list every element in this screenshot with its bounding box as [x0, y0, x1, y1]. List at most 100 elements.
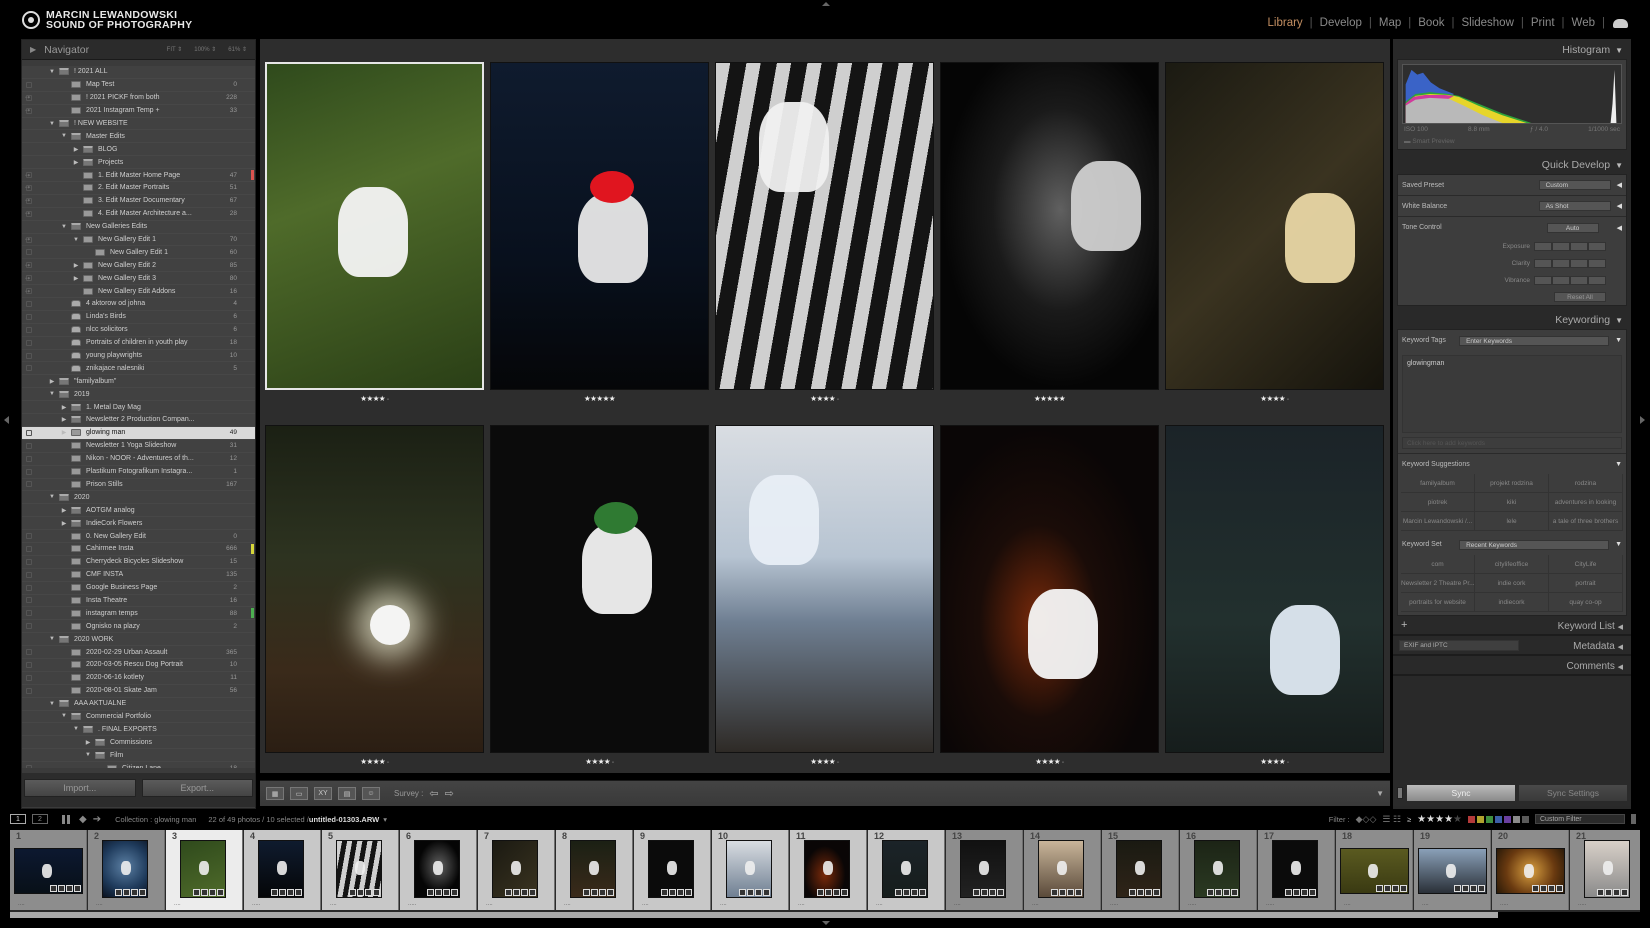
collection-row[interactable]: Map Test 0	[22, 79, 255, 92]
collapsed-triangle-icon[interactable]: ▶	[60, 520, 68, 527]
collection-row[interactable]: ⇢ ▶ New Gallery Edit 2 85	[22, 259, 255, 273]
collection-row[interactable]: instagram temps 88	[22, 607, 255, 621]
photo-thumbnail[interactable]	[715, 425, 934, 753]
thumbnail-image[interactable]	[1584, 840, 1630, 898]
left-panel-toggle[interactable]	[4, 416, 9, 424]
star-rating[interactable]: ★★★★ ·	[715, 757, 934, 766]
collection-checkbox[interactable]	[26, 249, 32, 256]
keyword-suggestion[interactable]: a tale of three brothers	[1549, 512, 1623, 531]
add-keywords-input[interactable]: Click here to add keywords	[1402, 437, 1622, 449]
filmstrip-thumbnail[interactable]: 13 ····	[946, 830, 1023, 910]
navigator-zoom-fit[interactable]: FIT ⇕	[167, 46, 183, 53]
filmstrip-thumbnail[interactable]: 1 ····	[10, 830, 87, 910]
collapsed-triangle-icon[interactable]: ▶	[72, 262, 80, 269]
rating-star[interactable]: ★	[1444, 814, 1453, 825]
collection-checkbox[interactable]	[26, 545, 32, 552]
collection-checkbox[interactable]	[26, 300, 32, 307]
auto-sync-toggle[interactable]	[1397, 787, 1403, 799]
filmstrip-thumbnail[interactable]: 5 ····	[322, 830, 399, 910]
expanded-triangle-icon[interactable]: ▼	[48, 69, 56, 75]
photo-thumbnail[interactable]	[265, 62, 484, 390]
collection-row[interactable]: Google Business Page 2	[22, 582, 255, 595]
keyword-set-item[interactable]: Newsletter 2 Theatre Pr...	[1401, 574, 1475, 593]
collection-row[interactable]: znikajace nalesniki 5	[22, 362, 255, 376]
star-rating[interactable]: ★★★★ ·	[940, 757, 1159, 766]
module-map[interactable]: Map	[1372, 17, 1408, 29]
filmstrip-scrollbar[interactable]	[10, 912, 1498, 918]
module-slideshow[interactable]: Slideshow	[1454, 17, 1520, 29]
rating-operator[interactable]: ≥	[1407, 815, 1411, 824]
auto-tone-button[interactable]: Auto	[1546, 222, 1599, 233]
expanded-triangle-icon[interactable]: ▼	[48, 391, 56, 397]
navigator-header[interactable]: ▶ Navigator FIT ⇕ 100% ⇕ 61% ⇕	[22, 40, 255, 60]
collapsed-triangle-icon[interactable]: ▶	[60, 507, 68, 514]
top-panel-toggle[interactable]	[822, 2, 830, 6]
cloud-sync-icon[interactable]	[1613, 18, 1628, 28]
adjust-button[interactable]	[1552, 242, 1570, 251]
collapsed-triangle-icon[interactable]: ▶	[60, 404, 68, 411]
collection-row[interactable]: CMF INSTA 135	[22, 569, 255, 582]
next-arrow-icon[interactable]: ⇨	[445, 787, 454, 800]
expanded-triangle-icon[interactable]: ▼	[60, 224, 68, 230]
thumbnail-image[interactable]	[648, 840, 694, 898]
disclosure-triangle-icon[interactable]: ◀	[1617, 181, 1622, 189]
collection-checkbox[interactable]	[26, 429, 32, 436]
thumbnail-image[interactable]	[1038, 840, 1084, 898]
rating-star[interactable]: ★	[1417, 814, 1426, 825]
rating-star[interactable]: ★	[1426, 814, 1435, 825]
metadata-header[interactable]: EXIF and IPTC Metadata ◀	[1393, 636, 1631, 656]
thumbnail-image[interactable]	[414, 840, 460, 898]
filmstrip-thumbnail[interactable]: 4 ·····	[244, 830, 321, 910]
source-label[interactable]: Collection : glowing man	[115, 815, 196, 824]
collection-row[interactable]: Plastikum Fotografikum Instagra... 1	[22, 466, 255, 479]
thumbnail-image[interactable]	[1194, 840, 1240, 898]
keyword-set-select[interactable]: Recent Keywords	[1459, 539, 1610, 550]
adjust-button[interactable]	[1534, 276, 1552, 285]
collection-checkbox[interactable]	[26, 481, 32, 488]
collapsed-triangle-icon[interactable]: ▶	[60, 416, 68, 423]
collection-checkbox[interactable]	[26, 558, 32, 565]
collection-checkbox[interactable]	[26, 81, 32, 88]
keyword-set-item[interactable]: CityLife	[1549, 555, 1623, 574]
collection-row[interactable]: ⇢ 1. Edit Master Home Page 47	[22, 169, 255, 183]
expanded-triangle-icon[interactable]: ▼	[72, 237, 80, 243]
thumbnail-image[interactable]	[492, 840, 538, 898]
filmstrip-thumbnail[interactable]: 15 ·····	[1102, 830, 1179, 910]
collection-row[interactable]: 2020-08-01 Skate Jam 56	[22, 685, 255, 698]
keyword-set-item[interactable]: indiecork	[1475, 593, 1549, 612]
rating-filter-stars[interactable]: ★★★★★	[1417, 814, 1462, 825]
expanded-triangle-icon[interactable]: ▼	[48, 121, 56, 127]
keyword-suggestion[interactable]: familyalbum	[1401, 474, 1475, 493]
adjust-button[interactable]	[1534, 242, 1552, 251]
keyword-suggestion[interactable]: projekt rodzina	[1475, 474, 1549, 493]
keyword-suggestion[interactable]: kiki	[1475, 493, 1549, 512]
thumbnail-image[interactable]	[570, 840, 616, 898]
collection-row[interactable]: ▶ IndieCork Flowers	[22, 517, 255, 531]
expanded-triangle-icon[interactable]: ▼	[48, 636, 56, 642]
disclosure-triangle-icon[interactable]: ▼	[1615, 461, 1622, 468]
import-button[interactable]: Import...	[24, 779, 136, 797]
comments-header[interactable]: Comments ◀	[1393, 656, 1631, 676]
collection-row[interactable]: ▶ glowing man 49	[22, 426, 255, 440]
module-develop[interactable]: Develop	[1313, 17, 1369, 29]
photo-thumbnail[interactable]	[490, 425, 709, 753]
disclosure-triangle-icon[interactable]: ◀	[1617, 202, 1622, 210]
collection-row[interactable]: Cherrydeck Bicycles Slideshow 15	[22, 556, 255, 569]
collection-row[interactable]: ▼ Film	[22, 749, 255, 763]
adjust-button[interactable]	[1570, 276, 1588, 285]
collection-row[interactable]: ▶ 1. Metal Day Mag	[22, 401, 255, 415]
photo-thumbnail[interactable]	[715, 62, 934, 390]
filmstrip-thumbnail[interactable]: 2 ····	[88, 830, 165, 910]
keyword-suggestion[interactable]: rodzina	[1549, 474, 1623, 493]
adjust-button[interactable]	[1588, 242, 1606, 251]
disclosure-triangle-icon[interactable]: ▼	[1615, 337, 1622, 344]
collection-row[interactable]: 0. New Gallery Edit 0	[22, 530, 255, 543]
white-balance-select[interactable]: As Shot	[1538, 201, 1611, 211]
flag-filter-icons[interactable]: ◆◇◇	[1356, 814, 1377, 825]
thumbnail-image[interactable]	[960, 840, 1006, 898]
filename-dropdown-icon[interactable]: ▾	[383, 815, 387, 824]
thumbnail-image[interactable]	[1496, 848, 1565, 894]
collection-row[interactable]: ▼ AAA AKTUALNE	[22, 698, 255, 711]
right-panel-toggle[interactable]	[1640, 416, 1645, 424]
secondary-screen-button[interactable]: 2	[32, 814, 48, 824]
